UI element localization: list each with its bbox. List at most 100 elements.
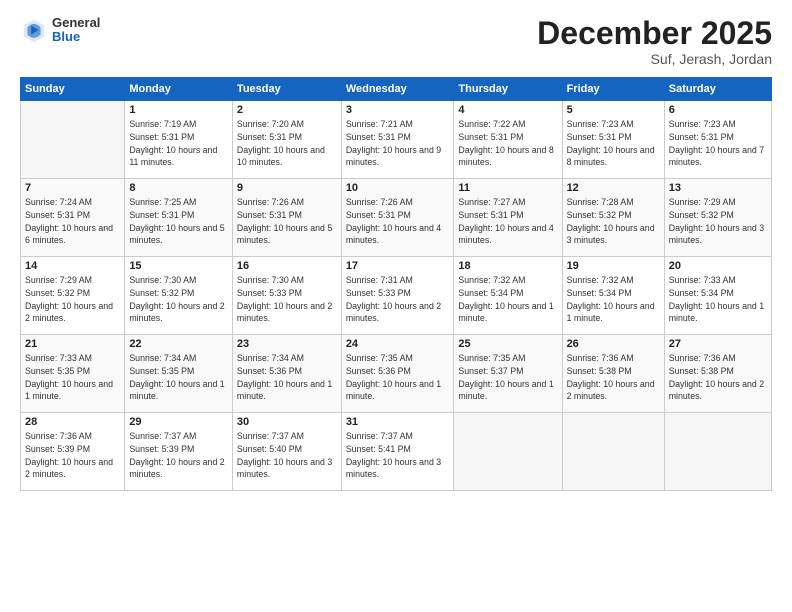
table-row: 30 Sunrise: 7:37 AMSunset: 5:40 PMDayligh… (232, 413, 341, 491)
day-info: Sunrise: 7:36 AMSunset: 5:39 PMDaylight:… (25, 430, 120, 481)
col-sunday: Sunday (21, 78, 125, 101)
table-row: 1 Sunrise: 7:19 AMSunset: 5:31 PMDaylight… (125, 101, 233, 179)
day-number: 28 (25, 416, 120, 428)
day-number: 29 (129, 416, 228, 428)
day-info: Sunrise: 7:26 AMSunset: 5:31 PMDaylight:… (237, 196, 337, 247)
day-info: Sunrise: 7:34 AMSunset: 5:36 PMDaylight:… (237, 352, 337, 403)
table-row: 4 Sunrise: 7:22 AMSunset: 5:31 PMDaylight… (454, 101, 562, 179)
day-info: Sunrise: 7:35 AMSunset: 5:36 PMDaylight:… (346, 352, 450, 403)
table-row: 22 Sunrise: 7:34 AMSunset: 5:35 PMDayligh… (125, 335, 233, 413)
day-number: 18 (458, 260, 557, 272)
day-info: Sunrise: 7:32 AMSunset: 5:34 PMDaylight:… (458, 274, 557, 325)
day-info: Sunrise: 7:36 AMSunset: 5:38 PMDaylight:… (669, 352, 767, 403)
table-row: 14Sunrise: 7:29 AMSunset: 5:32 PMDayligh… (21, 257, 125, 335)
day-info: Sunrise: 7:34 AMSunset: 5:35 PMDaylight:… (129, 352, 228, 403)
day-info: Sunrise: 7:21 AMSunset: 5:31 PMDaylight:… (346, 118, 450, 169)
day-info: Sunrise: 7:37 AMSunset: 5:40 PMDaylight:… (237, 430, 337, 481)
day-info: Sunrise: 7:31 AMSunset: 5:33 PMDaylight:… (346, 274, 450, 325)
table-row: 2 Sunrise: 7:20 AMSunset: 5:31 PMDaylight… (232, 101, 341, 179)
day-number: 25 (458, 338, 557, 350)
day-number: 10 (346, 182, 450, 194)
calendar-table: Sunday Monday Tuesday Wednesday Thursday… (20, 77, 772, 491)
day-info: Sunrise: 7:33 AMSunset: 5:35 PMDaylight:… (25, 352, 120, 403)
col-monday: Monday (125, 78, 233, 101)
logo-general: General (52, 16, 100, 30)
day-number: 21 (25, 338, 120, 350)
month-title: December 2025 (537, 16, 772, 51)
day-info: Sunrise: 7:37 AMSunset: 5:39 PMDaylight:… (129, 430, 228, 481)
day-info: Sunrise: 7:29 AMSunset: 5:32 PMDaylight:… (25, 274, 120, 325)
day-info: Sunrise: 7:37 AMSunset: 5:41 PMDaylight:… (346, 430, 450, 481)
day-info: Sunrise: 7:36 AMSunset: 5:38 PMDaylight:… (567, 352, 660, 403)
table-row: 9Sunrise: 7:26 AMSunset: 5:31 PMDaylight… (232, 179, 341, 257)
day-number: 11 (458, 182, 557, 194)
day-number: 30 (237, 416, 337, 428)
table-row: 7 Sunrise: 7:24 AMSunset: 5:31 PMDaylight… (21, 179, 125, 257)
day-info: Sunrise: 7:25 AMSunset: 5:31 PMDaylight:… (129, 196, 228, 247)
day-info: Sunrise: 7:23 AMSunset: 5:31 PMDaylight:… (669, 118, 767, 169)
day-number: 4 (458, 104, 557, 116)
table-row: 8 Sunrise: 7:25 AMSunset: 5:31 PMDaylight… (125, 179, 233, 257)
calendar-week-row: 14Sunrise: 7:29 AMSunset: 5:32 PMDayligh… (21, 257, 772, 335)
table-row: 27 Sunrise: 7:36 AMSunset: 5:38 PMDayligh… (664, 335, 771, 413)
table-row: 3 Sunrise: 7:21 AMSunset: 5:31 PMDaylight… (341, 101, 454, 179)
day-info: Sunrise: 7:20 AMSunset: 5:31 PMDaylight:… (237, 118, 337, 169)
day-info: Sunrise: 7:27 AMSunset: 5:31 PMDaylight:… (458, 196, 557, 247)
day-number: 16 (237, 260, 337, 272)
day-number: 15 (129, 260, 228, 272)
day-number: 6 (669, 104, 767, 116)
day-info: Sunrise: 7:24 AMSunset: 5:31 PMDaylight:… (25, 196, 120, 247)
day-number: 20 (669, 260, 767, 272)
logo-text: General Blue (52, 16, 100, 45)
day-number: 23 (237, 338, 337, 350)
table-row (454, 413, 562, 491)
col-thursday: Thursday (454, 78, 562, 101)
calendar-week-row: 1 Sunrise: 7:19 AMSunset: 5:31 PMDaylight… (21, 101, 772, 179)
day-number: 2 (237, 104, 337, 116)
title-block: December 2025 Suf, Jerash, Jordan (537, 16, 772, 67)
day-info: Sunrise: 7:35 AMSunset: 5:37 PMDaylight:… (458, 352, 557, 403)
day-number: 1 (129, 104, 228, 116)
day-number: 7 (25, 182, 120, 194)
day-info: Sunrise: 7:19 AMSunset: 5:31 PMDaylight:… (129, 118, 228, 169)
table-row: 12 Sunrise: 7:28 AMSunset: 5:32 PMDayligh… (562, 179, 664, 257)
day-info: Sunrise: 7:30 AMSunset: 5:32 PMDaylight:… (129, 274, 228, 325)
table-row: 29 Sunrise: 7:37 AMSunset: 5:39 PMDayligh… (125, 413, 233, 491)
day-number: 13 (669, 182, 767, 194)
day-number: 26 (567, 338, 660, 350)
day-number: 31 (346, 416, 450, 428)
table-row: 6 Sunrise: 7:23 AMSunset: 5:31 PMDaylight… (664, 101, 771, 179)
day-number: 12 (567, 182, 660, 194)
table-row: 26 Sunrise: 7:36 AMSunset: 5:38 PMDayligh… (562, 335, 664, 413)
day-info: Sunrise: 7:30 AMSunset: 5:33 PMDaylight:… (237, 274, 337, 325)
day-info: Sunrise: 7:33 AMSunset: 5:34 PMDaylight:… (669, 274, 767, 325)
day-info: Sunrise: 7:26 AMSunset: 5:31 PMDaylight:… (346, 196, 450, 247)
day-number: 8 (129, 182, 228, 194)
table-row: 5 Sunrise: 7:23 AMSunset: 5:31 PMDaylight… (562, 101, 664, 179)
calendar-week-row: 28 Sunrise: 7:36 AMSunset: 5:39 PMDayligh… (21, 413, 772, 491)
table-row (664, 413, 771, 491)
calendar-body: 1 Sunrise: 7:19 AMSunset: 5:31 PMDaylight… (21, 101, 772, 491)
table-row: 15 Sunrise: 7:30 AMSunset: 5:32 PMDayligh… (125, 257, 233, 335)
calendar-week-row: 7 Sunrise: 7:24 AMSunset: 5:31 PMDaylight… (21, 179, 772, 257)
day-number: 5 (567, 104, 660, 116)
day-info: Sunrise: 7:28 AMSunset: 5:32 PMDaylight:… (567, 196, 660, 247)
day-info: Sunrise: 7:23 AMSunset: 5:31 PMDaylight:… (567, 118, 660, 169)
table-row: 25 Sunrise: 7:35 AMSunset: 5:37 PMDayligh… (454, 335, 562, 413)
day-number: 27 (669, 338, 767, 350)
table-row: 11 Sunrise: 7:27 AMSunset: 5:31 PMDayligh… (454, 179, 562, 257)
table-row: 13Sunrise: 7:29 AMSunset: 5:32 PMDayligh… (664, 179, 771, 257)
day-number: 17 (346, 260, 450, 272)
day-info: Sunrise: 7:32 AMSunset: 5:34 PMDaylight:… (567, 274, 660, 325)
col-wednesday: Wednesday (341, 78, 454, 101)
table-row: 20 Sunrise: 7:33 AMSunset: 5:34 PMDayligh… (664, 257, 771, 335)
table-row: 18 Sunrise: 7:32 AMSunset: 5:34 PMDayligh… (454, 257, 562, 335)
day-info: Sunrise: 7:22 AMSunset: 5:31 PMDaylight:… (458, 118, 557, 169)
logo-blue: Blue (52, 30, 100, 44)
table-row: 21 Sunrise: 7:33 AMSunset: 5:35 PMDayligh… (21, 335, 125, 413)
table-row (21, 101, 125, 179)
day-number: 22 (129, 338, 228, 350)
day-number: 3 (346, 104, 450, 116)
day-number: 24 (346, 338, 450, 350)
table-row: 10 Sunrise: 7:26 AMSunset: 5:31 PMDayligh… (341, 179, 454, 257)
